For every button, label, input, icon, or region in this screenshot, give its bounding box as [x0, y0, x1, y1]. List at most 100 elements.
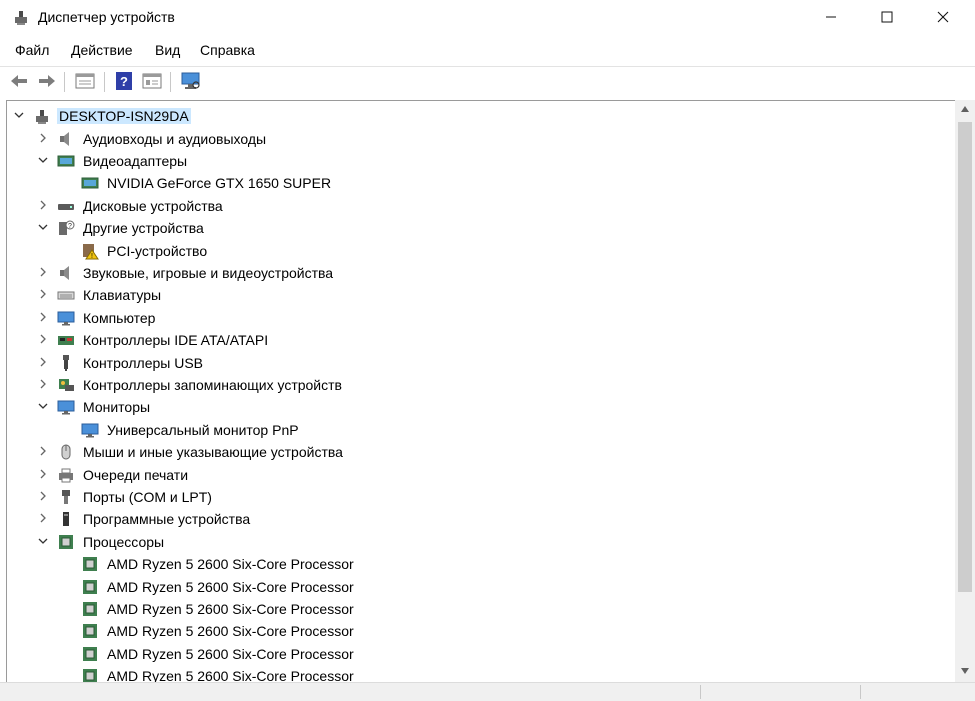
- tree-category[interactable]: Мыши и иные указывающие устройства: [7, 441, 947, 463]
- chevron-down-icon[interactable]: [13, 109, 25, 121]
- help-icon: ?: [116, 72, 132, 90]
- tree-item-label: Другие устройства: [83, 220, 204, 237]
- help-button[interactable]: ?: [113, 70, 135, 92]
- tree-item-label: AMD Ryzen 5 2600 Six-Core Processor: [107, 668, 354, 683]
- tree-device[interactable]: Универсальный монитор PnP: [7, 419, 947, 441]
- properties-button[interactable]: [74, 70, 96, 92]
- forward-button[interactable]: [36, 70, 58, 92]
- properties-icon: [75, 73, 95, 89]
- back-button[interactable]: [8, 70, 30, 92]
- speaker-icon: [60, 131, 69, 146]
- svg-text:?: ?: [68, 223, 72, 230]
- tree-device[interactable]: AMD Ryzen 5 2600 Six-Core Processor: [7, 598, 947, 620]
- tree-item-label: Аудиовходы и аудиовыходы: [83, 130, 267, 147]
- tree-device[interactable]: NVIDIA GeForce GTX 1650 SUPER: [7, 172, 947, 194]
- svg-text:?: ?: [120, 74, 128, 89]
- tree-item-label: Звуковые, игровые и видеоустройства: [83, 264, 334, 281]
- unknown-device-icon: ?: [59, 220, 75, 236]
- tree-item-label: Компьютер: [83, 309, 156, 326]
- tree-device[interactable]: AMD Ryzen 5 2600 Six-Core Processor: [7, 643, 947, 665]
- tree-category[interactable]: ? Другие устройства: [7, 217, 947, 239]
- chevron-right-icon[interactable]: [37, 266, 49, 278]
- chevron-right-icon[interactable]: [37, 311, 49, 323]
- tree-root[interactable]: DESKTOP-ISN29DA: [7, 105, 947, 127]
- chevron-down-icon[interactable]: [37, 535, 49, 547]
- tree-item-label: Видеоадаптеры: [83, 152, 188, 169]
- printer-icon: [59, 468, 73, 482]
- monitor-scan-icon: [181, 72, 200, 89]
- chevron-right-icon[interactable]: [37, 512, 49, 524]
- chevron-right-icon[interactable]: [37, 445, 49, 457]
- tree-device[interactable]: AMD Ryzen 5 2600 Six-Core Processor: [7, 576, 947, 598]
- chevron-right-icon[interactable]: [37, 356, 49, 368]
- maximize-icon: [881, 11, 893, 23]
- tree-item-label: Программные устройства: [83, 511, 251, 528]
- tree-device[interactable]: AMD Ryzen 5 2600 Six-Core Processor: [7, 553, 947, 575]
- tree-category[interactable]: Дисковые устройства: [7, 195, 947, 217]
- svg-text:!: !: [91, 253, 93, 260]
- chevron-right-icon[interactable]: [37, 490, 49, 502]
- maximize-button[interactable]: [864, 0, 910, 34]
- chevron-right-icon[interactable]: [37, 333, 49, 345]
- tree-category[interactable]: Видеоадаптеры: [7, 150, 947, 172]
- tree-device[interactable]: AMD Ryzen 5 2600 Six-Core Processor: [7, 620, 947, 642]
- speaker-icon: [60, 265, 69, 280]
- scroll-up-button[interactable]: [955, 100, 975, 118]
- chevron-right-icon[interactable]: [37, 378, 49, 390]
- menu-help[interactable]: Справка: [200, 42, 255, 58]
- title-bar: Диспетчер устройств: [0, 0, 975, 34]
- tree-category[interactable]: Мониторы: [7, 396, 947, 418]
- tree-item-label: AMD Ryzen 5 2600 Six-Core Processor: [107, 556, 354, 573]
- tree-category[interactable]: Контроллеры запоминающих устройств: [7, 374, 947, 396]
- tree-category[interactable]: Порты (COM и LPT): [7, 486, 947, 508]
- processor-icon: [83, 579, 97, 594]
- tree-item-label: Контроллеры IDE ATA/ATAPI: [83, 332, 269, 349]
- tree-item-label: Порты (COM и LPT): [83, 488, 212, 505]
- tree-item-label: Контроллеры USB: [83, 354, 203, 371]
- minimize-button[interactable]: [808, 0, 854, 34]
- scrollbar-thumb[interactable]: [958, 122, 972, 592]
- tree-device[interactable]: AMD Ryzen 5 2600 Six-Core Processor: [7, 665, 947, 683]
- chevron-down-icon[interactable]: [37, 400, 49, 412]
- tree-category[interactable]: Очереди печати: [7, 464, 947, 486]
- processor-icon: [83, 624, 97, 639]
- mouse-icon: [61, 444, 71, 460]
- close-button[interactable]: [920, 0, 966, 34]
- tree-category[interactable]: Процессоры: [7, 531, 947, 553]
- display-adapter-icon: [57, 155, 75, 167]
- toolbar-separator: [104, 72, 105, 92]
- chevron-right-icon[interactable]: [37, 132, 49, 144]
- details-view-button[interactable]: [141, 70, 163, 92]
- tree-item-label: Мыши и иные указывающие устройства: [83, 444, 343, 461]
- processor-icon: [83, 557, 97, 572]
- tree-category[interactable]: Аудиовходы и аудиовыходы: [7, 128, 947, 150]
- close-icon: [937, 11, 949, 23]
- tree-device[interactable]: ! PCI-устройство: [7, 240, 947, 262]
- menu-action[interactable]: Действие: [71, 42, 133, 58]
- chevron-down-icon[interactable]: [37, 221, 49, 233]
- tree-category[interactable]: Программные устройства: [7, 508, 947, 530]
- tree-item-label: AMD Ryzen 5 2600 Six-Core Processor: [107, 623, 354, 640]
- chevron-down-icon[interactable]: [37, 154, 49, 166]
- back-arrow-icon: [11, 75, 27, 87]
- menu-file[interactable]: Файл: [15, 42, 49, 58]
- monitor-icon: [81, 423, 99, 438]
- chevron-right-icon[interactable]: [37, 199, 49, 211]
- vertical-scrollbar[interactable]: [955, 100, 975, 682]
- ide-controller-icon: [58, 336, 74, 346]
- chevron-up-icon: [961, 106, 969, 112]
- tree-category[interactable]: Компьютер: [7, 307, 947, 329]
- display-adapter-icon: [81, 177, 99, 189]
- scan-hardware-button[interactable]: [180, 70, 202, 92]
- tree-category[interactable]: Контроллеры USB: [7, 352, 947, 374]
- device-manager-icon: [15, 11, 27, 25]
- tree-category[interactable]: Клавиатуры: [7, 284, 947, 306]
- chevron-right-icon[interactable]: [37, 468, 49, 480]
- tree-category[interactable]: Звуковые, игровые и видеоустройства: [7, 262, 947, 284]
- usb-icon: [63, 354, 69, 371]
- tree-category[interactable]: Контроллеры IDE ATA/ATAPI: [7, 329, 947, 351]
- chevron-right-icon[interactable]: [37, 288, 49, 300]
- status-divider: [860, 685, 861, 699]
- scroll-down-button[interactable]: [955, 662, 975, 680]
- menu-view[interactable]: Вид: [155, 42, 180, 58]
